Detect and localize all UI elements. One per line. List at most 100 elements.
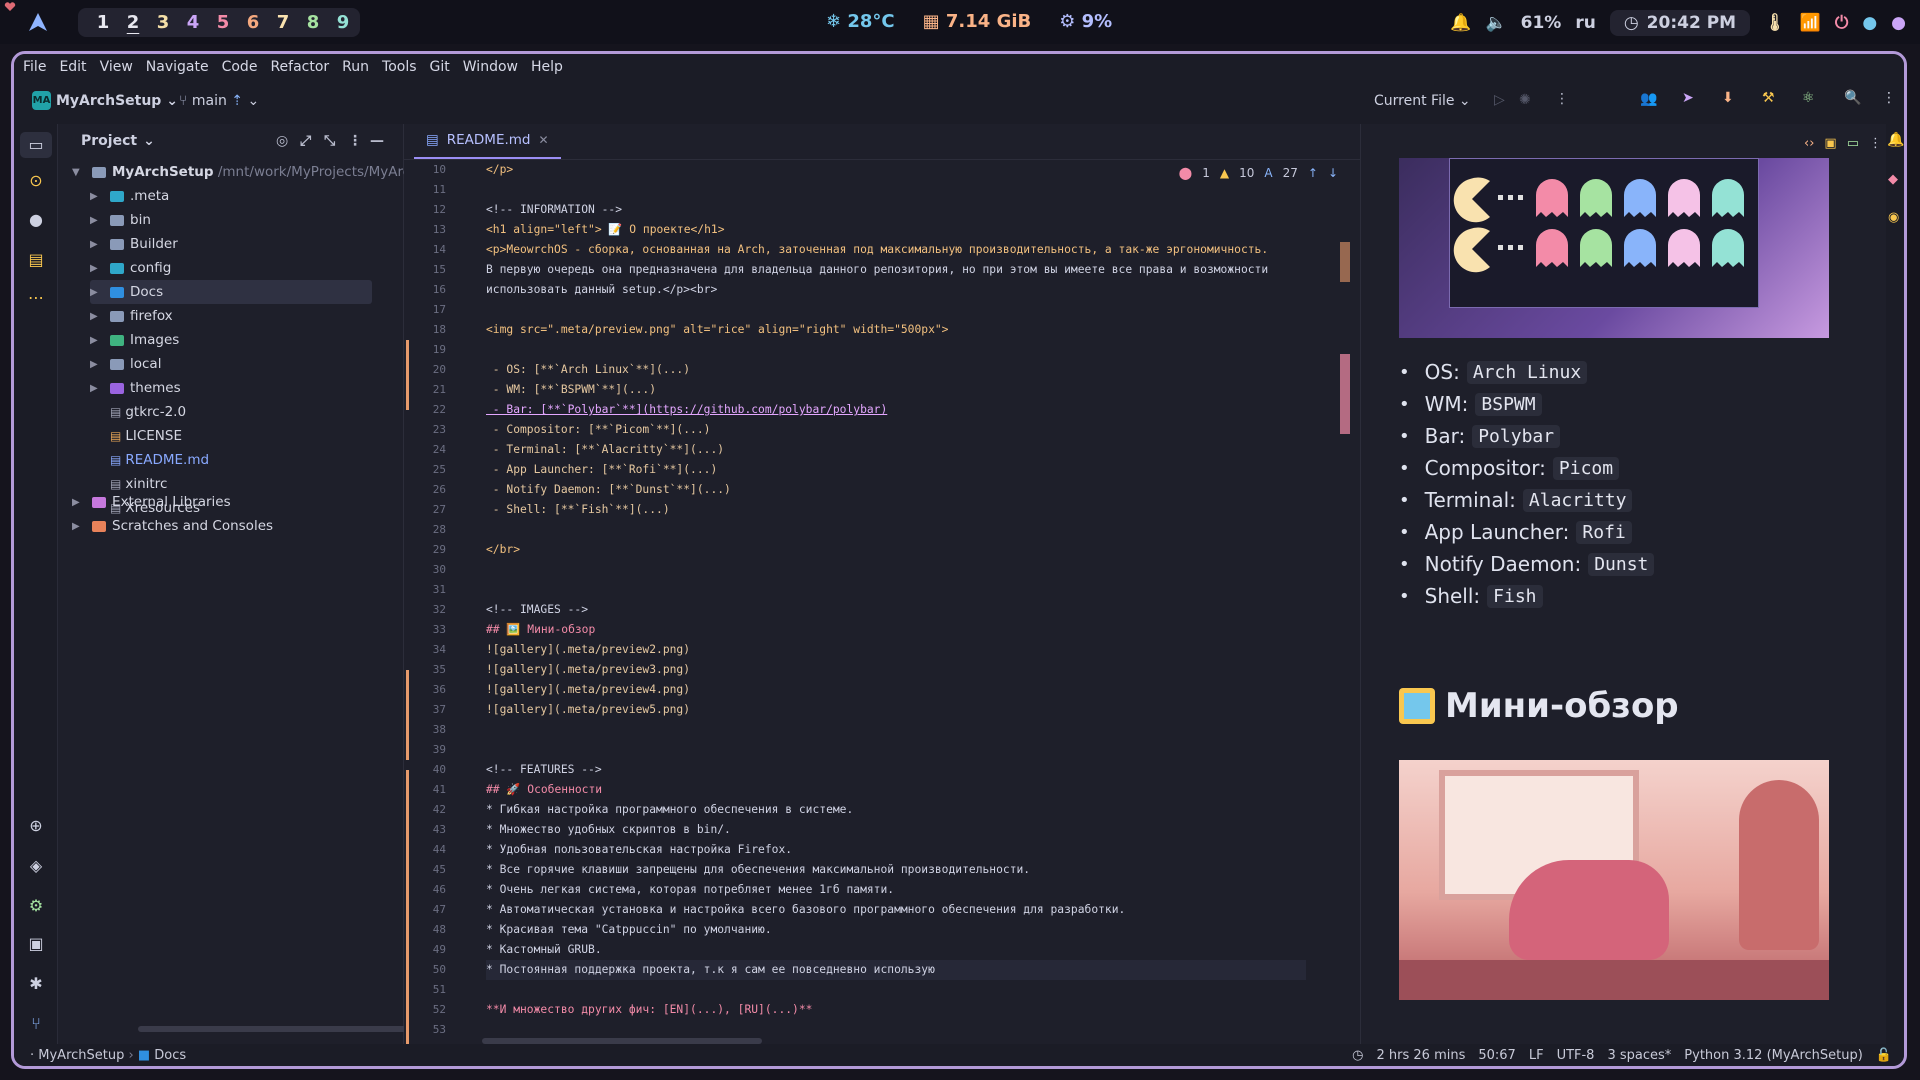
code-line[interactable]: * Постоянная поддержка проекта, т.к я са… <box>486 960 1306 980</box>
options-icon[interactable]: ⋮ <box>348 133 362 149</box>
code-line[interactable]: </br> <box>486 540 1306 560</box>
menu-file[interactable]: File <box>23 59 46 75</box>
python-console-icon[interactable]: ⊕ <box>26 816 46 836</box>
menu-help[interactable]: Help <box>531 59 563 75</box>
code-line[interactable]: <!-- FEATURES --> <box>486 760 1306 780</box>
code-line[interactable]: использовать данный setup.</p><br> <box>486 280 1306 300</box>
code-line[interactable]: <p>MeowrchOS - сборка, основанная на Arc… <box>486 240 1306 260</box>
menu-edit[interactable]: Edit <box>59 59 86 75</box>
code-line[interactable]: ## 🚀 Особенности <box>486 780 1306 800</box>
preview-view-icon[interactable]: ▭ <box>1847 136 1859 151</box>
code-line[interactable]: ![gallery](.meta/preview3.png) <box>486 660 1306 680</box>
code-line[interactable]: - Terminal: [**`Alacritty`**](...) <box>486 440 1306 460</box>
code-line[interactable] <box>486 980 1306 1000</box>
line-separator[interactable]: LF <box>1529 1048 1544 1063</box>
code-line[interactable] <box>486 520 1306 540</box>
indent[interactable]: 3 spaces* <box>1607 1048 1671 1063</box>
code-line[interactable] <box>486 180 1306 200</box>
split-view-icon[interactable]: ▣ <box>1824 136 1836 151</box>
code-line[interactable]: - Notify Daemon: [**`Dunst`**](...) <box>486 480 1306 500</box>
code-line[interactable]: - Bar: [**`Polybar`**](https://github.co… <box>486 400 1306 420</box>
arrow-down-icon[interactable]: ↓ <box>1328 166 1338 180</box>
volume-icon[interactable]: 🔈 <box>1485 13 1506 33</box>
code-line[interactable]: - App Launcher: [**`Rofi`**](...) <box>486 460 1306 480</box>
hide-icon[interactable]: — <box>370 133 384 149</box>
code-line[interactable]: * Красивая тема "Catppuccin" по умолчани… <box>486 920 1306 940</box>
code-line[interactable]: <h1 align="left"> 📝 О проекте</h1> <box>486 220 1306 240</box>
code-line[interactable] <box>486 560 1306 580</box>
tree-item-builder[interactable]: ▶ Builder <box>90 232 178 256</box>
tree-item-images[interactable]: ▶ Images <box>90 328 179 352</box>
structure-icon[interactable]: ▤ <box>26 250 46 270</box>
external-libraries[interactable]: ▶ External Libraries <box>72 490 231 514</box>
collapse-icon[interactable]: ⤡ <box>324 133 335 149</box>
time-tracked[interactable]: 2 hrs 26 mins <box>1377 1048 1466 1063</box>
git-icon[interactable]: ⑂ <box>26 1014 46 1034</box>
code-line[interactable] <box>486 1020 1306 1022</box>
tree-item-docs[interactable]: ▶ Docs <box>90 280 372 304</box>
code-view-icon[interactable]: ‹› <box>1804 136 1814 151</box>
code-line[interactable] <box>486 740 1306 760</box>
lock-icon[interactable]: 🔓 <box>1876 1048 1892 1063</box>
code-area[interactable]: </p> <!-- INFORMATION --> <h1 align="left"… <box>486 160 1306 1022</box>
tree-item--meta[interactable]: ▶ .meta <box>90 184 169 208</box>
menu-git[interactable]: Git <box>430 59 450 75</box>
menu-code[interactable]: Code <box>222 59 258 75</box>
encoding[interactable]: UTF-8 <box>1557 1048 1595 1063</box>
search-icon[interactable]: 🔍 <box>1844 90 1861 106</box>
code-line[interactable]: * Гибкая настройка программного обеспече… <box>486 800 1306 820</box>
scroll-thumb[interactable] <box>1340 354 1350 434</box>
run-icon[interactable]: ▷ <box>1494 92 1505 108</box>
problems-icon[interactable]: ✱ <box>26 974 46 994</box>
workspace-3[interactable]: 3 <box>148 12 178 33</box>
code-line[interactable] <box>486 340 1306 360</box>
code-line[interactable]: ## 🖼️ Мини-обзор <box>486 620 1306 640</box>
tray-app-icon[interactable]: ● <box>1862 13 1877 33</box>
layers-icon[interactable]: ◈ <box>26 856 46 876</box>
send-icon[interactable]: ➤ <box>1682 90 1694 106</box>
menu-window[interactable]: Window <box>463 59 518 75</box>
settings-dots-icon[interactable]: ⋮ <box>1882 90 1896 106</box>
breadcrumb-folder[interactable]: Docs <box>154 1048 186 1063</box>
scratches-and-consoles[interactable]: ▶ Scratches and Consoles <box>72 514 273 538</box>
code-line[interactable] <box>486 720 1306 740</box>
menu-navigate[interactable]: Navigate <box>146 59 209 75</box>
code-line[interactable]: **И множество других фич: [EN](...), [RU… <box>486 1000 1306 1020</box>
more-tools-icon[interactable]: ⋯ <box>26 288 46 308</box>
menu-tools[interactable]: Tools <box>382 59 417 75</box>
interpreter[interactable]: Python 3.12 (MyArchSetup) <box>1684 1048 1863 1063</box>
ai-assistant-icon[interactable]: ◆ <box>1888 172 1898 187</box>
download-icon[interactable]: ⬇ <box>1722 90 1734 106</box>
menu-refactor[interactable]: Refactor <box>270 59 329 75</box>
tree-item-local[interactable]: ▶ local <box>90 352 161 376</box>
code-line[interactable]: * Удобная пользовательская настройка Fir… <box>486 840 1306 860</box>
menu-run[interactable]: Run <box>342 59 369 75</box>
github-icon[interactable]: ● <box>26 210 46 230</box>
code-line[interactable] <box>486 300 1306 320</box>
tab-readme[interactable]: ▤ README.md ✕ <box>414 123 561 159</box>
more-icon[interactable]: ⋮ <box>1555 91 1569 107</box>
workspace-9[interactable]: 9 <box>328 12 358 33</box>
debug-icon[interactable]: ✺ <box>1519 92 1531 108</box>
workspace-5[interactable]: 5 <box>208 12 238 33</box>
code-line[interactable]: <!-- IMAGES --> <box>486 600 1306 620</box>
workspace-1[interactable]: 1 <box>88 12 118 33</box>
code-line[interactable]: * Все горячие клавиши запрещены для обес… <box>486 860 1306 880</box>
tools-icon[interactable]: ⚒ <box>1762 90 1775 106</box>
ai-icon[interactable]: ⚛ <box>1802 90 1815 106</box>
project-selector[interactable]: MyArchSetup ⌄ <box>56 93 178 109</box>
power-icon[interactable]: ⏻ <box>1835 13 1848 33</box>
wifi-icon[interactable]: 📶 <box>1800 13 1821 33</box>
menu-view[interactable]: View <box>100 59 133 75</box>
users-icon[interactable]: 👥 <box>1640 91 1657 107</box>
tray-app2-icon[interactable]: ● <box>1891 13 1906 33</box>
locate-icon[interactable]: ◎ <box>276 133 288 149</box>
tree-item-license[interactable]: ▤ LICENSE <box>90 424 182 448</box>
code-line[interactable]: - OS: [**`Arch Linux`**](...) <box>486 360 1306 380</box>
workspace-2[interactable]: 2 <box>118 12 148 33</box>
database-icon[interactable]: ◉ <box>1888 210 1899 225</box>
commit-icon[interactable]: ⊙ <box>26 171 46 191</box>
expand-icon[interactable]: ⤢ <box>300 133 311 149</box>
code-line[interactable]: ![gallery](.meta/preview4.png) <box>486 680 1306 700</box>
code-line[interactable]: - Compositor: [**`Picom`**](...) <box>486 420 1306 440</box>
